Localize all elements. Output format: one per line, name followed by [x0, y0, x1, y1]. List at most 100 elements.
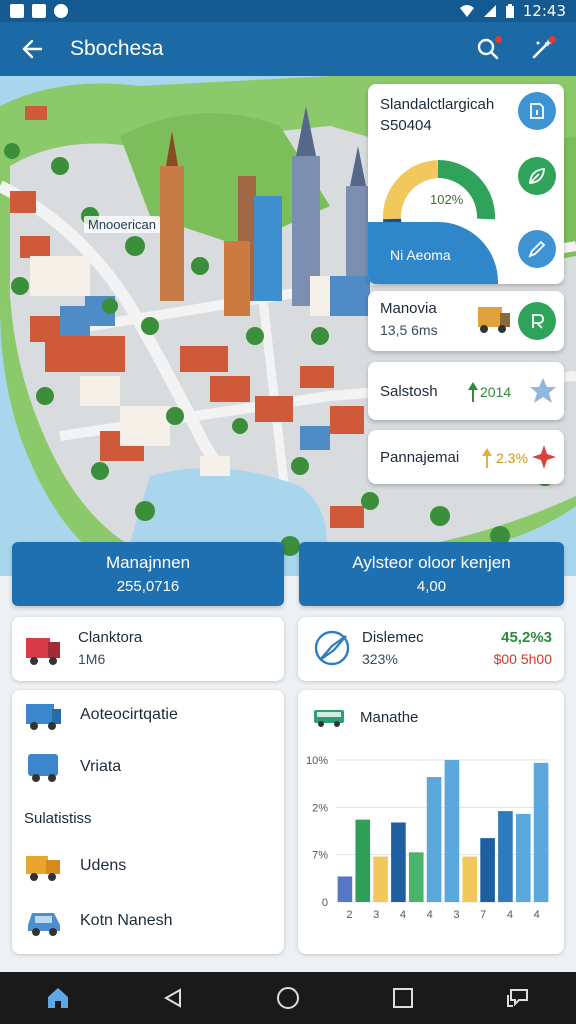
image-icon	[10, 4, 24, 18]
square-recents-icon	[393, 988, 414, 1008]
stat-up: 45,2%3	[501, 629, 552, 646]
overview-card-subtitle: S50404	[380, 117, 432, 134]
truck-icon	[478, 307, 510, 333]
chart-bar	[533, 762, 549, 902]
vehicle-list-card: Aoteocirtqatie Vriata Sulatistiss Udens …	[12, 690, 284, 954]
nav-back-button[interactable]	[153, 978, 193, 1018]
nav-recents-button[interactable]	[383, 978, 423, 1018]
leaf-icon	[529, 168, 545, 184]
chart-bar	[391, 822, 406, 902]
chart-card[interactable]: Manathe 0 7% 2% 10% 2 3 4 4 3 7 4 4	[298, 690, 564, 954]
chart-bar	[355, 819, 371, 902]
compass-icon	[314, 630, 350, 666]
fleet-card-value: 1M6	[78, 651, 106, 667]
back-button[interactable]	[18, 35, 46, 63]
chart-y-tick-label: 2%	[312, 802, 328, 814]
sales-card-title: Salstosh	[380, 383, 438, 400]
pencil-icon	[528, 240, 546, 258]
gauge-band-label: Ni Aeoma	[390, 247, 451, 263]
wifi-icon	[459, 5, 474, 17]
list-item[interactable]: Kotn Nanesh	[24, 903, 173, 939]
chart-x-tick-label: 2	[346, 909, 352, 921]
chart-x-tick-label: 4	[427, 909, 433, 921]
list-item-label: Vriata	[80, 758, 122, 775]
list-item-label: Aoteocirtqatie	[80, 706, 178, 723]
car-icon	[28, 913, 60, 936]
distance-card-title: Dislemec	[362, 629, 424, 646]
stat-down: $00 5h00	[493, 651, 552, 667]
gauge-value: 102%	[430, 192, 464, 207]
delivery-card-title: Manovia	[380, 300, 437, 317]
home-icon	[47, 988, 68, 1008]
circle-home-icon	[276, 987, 299, 1009]
chart-y-tick-label: 7%	[312, 850, 328, 862]
notification-dot	[495, 36, 502, 43]
page-title: Sbochesa	[70, 37, 164, 60]
status-bar: 12:43	[0, 0, 576, 22]
triangle-back-icon	[163, 988, 181, 1008]
planning-card-value: 2.3%	[496, 450, 528, 466]
planning-card-title: Pannajemai	[380, 449, 460, 466]
chart-x-tick-label: 4	[400, 909, 406, 921]
fleet-card[interactable]: Clanktora 1M6	[12, 617, 284, 681]
document-icon	[530, 103, 544, 119]
route-button[interactable]	[518, 302, 556, 340]
trend-up-icon	[482, 448, 492, 468]
chart-y-tick-label: 0	[322, 897, 328, 909]
van-icon	[26, 704, 61, 730]
nav-home-circle-button[interactable]	[268, 978, 308, 1018]
delivery-card[interactable]: Manovia 13,5 6ms	[368, 291, 564, 351]
chart-x-tick-label: 4	[507, 909, 513, 921]
nav-home-button[interactable]	[38, 978, 78, 1018]
bus-icon	[314, 710, 344, 727]
battery-icon	[505, 3, 514, 18]
chart-x-tick-label: 7	[480, 909, 486, 921]
delivery-card-value: 13,5 6ms	[380, 322, 438, 338]
arrow-left-icon	[22, 39, 43, 59]
truck-icon	[26, 638, 60, 665]
chart-x-tick-label: 4	[534, 909, 540, 921]
overview-card-title: Slandalctlargicah	[380, 96, 495, 113]
trend-up-icon	[468, 382, 478, 402]
magic-tools-button[interactable]	[526, 33, 558, 65]
nav-menu-button[interactable]	[498, 978, 538, 1018]
overview-card[interactable]: Slandalctlargicah S50404 102% Ni Aeoma	[368, 84, 564, 284]
chart-bar	[515, 813, 531, 902]
chart-bar	[373, 856, 388, 902]
edit-button[interactable]	[518, 230, 556, 268]
summary-card-analysis[interactable]: Aylsteor oloor kenjen 4,00	[299, 542, 564, 606]
chart-title: Manathe	[360, 708, 419, 726]
distance-card[interactable]: Dislemec 323% 45,2%3 $00 5h00	[298, 617, 564, 681]
chart-bar	[444, 760, 460, 902]
chart-bar	[426, 777, 442, 902]
sales-card-value: 2014	[480, 384, 512, 400]
list-item-label: Udens	[80, 857, 127, 874]
chart-bar	[408, 852, 424, 902]
summary-title: Manajnnen	[105, 553, 191, 572]
chart-x-tick-label: 3	[453, 909, 459, 921]
chart-y-tick-label: 10%	[306, 755, 328, 767]
planning-card[interactable]: Pannajemai 2.3%	[368, 430, 564, 484]
chart-x-tick-label: 3	[373, 909, 379, 921]
star-icon	[530, 378, 556, 403]
document-button[interactable]	[518, 92, 556, 130]
list-item[interactable]: Udens	[24, 848, 126, 884]
navigation-bar	[0, 972, 576, 1024]
search-button[interactable]	[472, 33, 504, 65]
summary-card-management[interactable]: Manajnnen 255,0716	[12, 542, 284, 606]
status-time: 12:43	[522, 2, 566, 20]
list-item[interactable]: Vriata	[24, 750, 121, 784]
fleet-card-title: Clanktora	[78, 629, 143, 646]
summary-value: 255,0716	[116, 578, 180, 595]
app-bar: Sbochesa	[0, 22, 576, 76]
star-icon	[532, 445, 556, 469]
sales-card[interactable]: Salstosh 2014	[368, 362, 564, 420]
list-item-label: Kotn Nanesh	[80, 912, 173, 929]
chart-bar	[462, 856, 478, 902]
signal-icon	[483, 5, 496, 17]
summary-title: Aylsteor oloor kenjen	[352, 553, 511, 572]
section-label: Sulatistiss	[24, 810, 92, 827]
leaf-button[interactable]	[518, 157, 556, 195]
notification-dot	[549, 36, 556, 43]
list-item[interactable]: Aoteocirtqatie	[24, 698, 178, 732]
